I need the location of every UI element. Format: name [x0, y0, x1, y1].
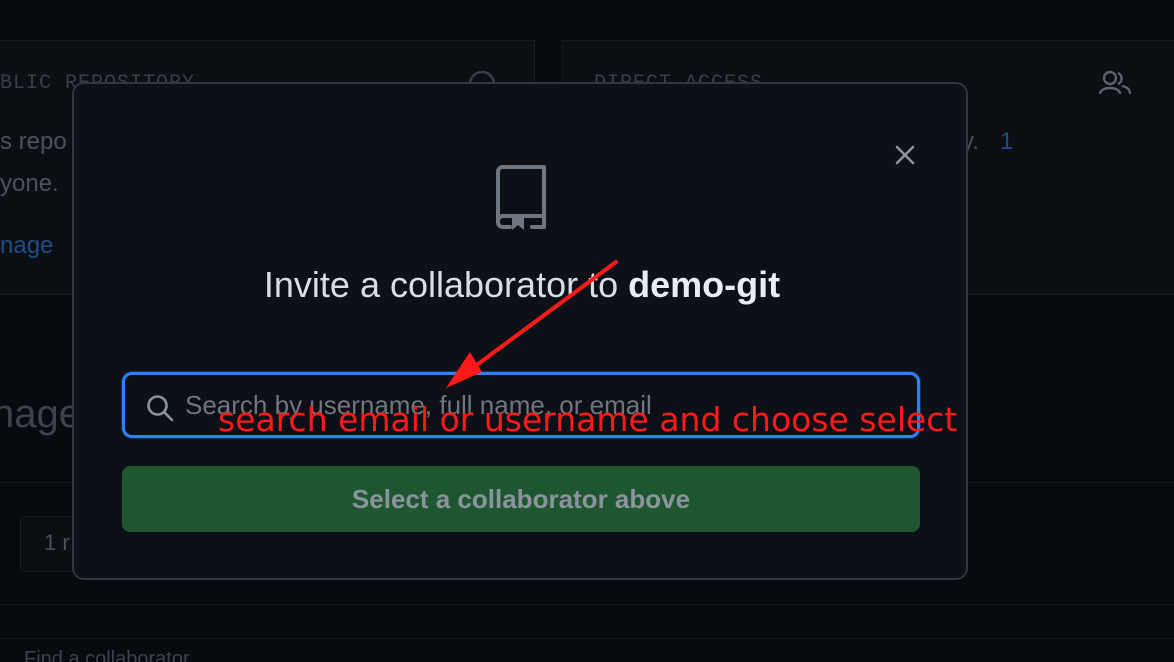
- dialog-title-prefix: Invite a collaborator to: [263, 264, 629, 305]
- search-icon: [147, 395, 174, 422]
- manage-link[interactable]: nage: [0, 232, 53, 260]
- repo-name: demo-git: [628, 264, 781, 305]
- select-collaborator-button[interactable]: Select a collaborator above: [122, 466, 920, 532]
- dialog-title: Invite a collaborator to demo-git: [74, 264, 970, 306]
- find-collaborator-text: Find a collaborator: [24, 648, 190, 662]
- visibility-description: s repo: [0, 128, 67, 155]
- filter-pill-label: 1 r: [44, 530, 70, 555]
- divider-3: [0, 638, 1174, 639]
- close-icon: [895, 145, 915, 165]
- direct-access-count[interactable]: 1: [1000, 128, 1013, 156]
- visibility-description-2: yone.: [0, 170, 59, 197]
- people-icon: [1098, 70, 1132, 95]
- manage-access-heading: nage: [0, 392, 81, 436]
- repo-icon: [496, 165, 546, 230]
- close-button[interactable]: [890, 140, 920, 170]
- divider-2: [0, 604, 1174, 605]
- invite-collaborator-dialog: Invite a collaborator to demo-git Select…: [72, 82, 968, 580]
- annotation-label: search email or username and choose sele…: [218, 400, 958, 439]
